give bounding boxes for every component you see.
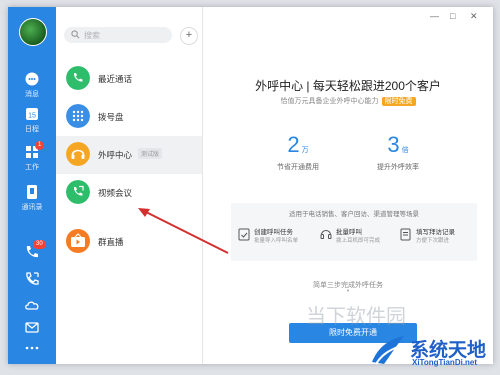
- annotation-arrow: [138, 208, 229, 254]
- rail-label-contacts: 通讯录: [21, 204, 43, 211]
- rail-item-contacts[interactable]: 通讯录: [8, 184, 56, 212]
- phone-callback-icon: [26, 272, 39, 285]
- beta-tag: 测试版: [138, 148, 163, 159]
- stat-efficiency-unit: 倍: [401, 147, 409, 154]
- stat-efficiency-desc: 提升外呼效率: [377, 164, 419, 171]
- dialpad-icon: [66, 104, 90, 128]
- search-placeholder: 搜索: [84, 31, 100, 40]
- rail-item-cloud[interactable]: [8, 297, 56, 313]
- rail-item-more[interactable]: [8, 340, 56, 356]
- rail-item-calendar[interactable]: 15 日程: [8, 106, 56, 134]
- chat-icon: [25, 72, 39, 86]
- nav-item-call-center[interactable]: 外呼中心 测试版: [56, 136, 202, 174]
- stat-efficiency-number: 3: [387, 132, 400, 157]
- nav-label-dialpad: 拨号盘: [98, 112, 124, 122]
- more-dots-icon: [25, 346, 39, 350]
- headset-icon: [66, 142, 90, 166]
- rail-item-work[interactable]: 1 工作: [8, 141, 56, 172]
- calendar-day: 15: [28, 113, 36, 120]
- left-rail: 消息 15 日程 1 工作 通讯录 30: [8, 7, 56, 364]
- rail-label-calendar: 日程: [25, 126, 39, 133]
- nav-label-video-meeting: 视频会议: [98, 188, 133, 198]
- live-stream-icon: [66, 229, 90, 253]
- rail-item-mail[interactable]: [8, 319, 56, 335]
- stat-savings: 2万 节省开通费用: [243, 132, 353, 172]
- avatar[interactable]: [19, 18, 47, 46]
- search-input[interactable]: 搜索: [64, 27, 172, 43]
- nav-label-group-live: 群直播: [98, 237, 124, 247]
- step-2-title: 批量呼叫: [336, 229, 362, 236]
- step-1-desc: 批量导入呼叫名单: [254, 238, 299, 244]
- free-tag: 限时免费: [381, 97, 416, 106]
- nav-item-recent-calls[interactable]: 最近通话: [56, 60, 202, 98]
- page-title: 外呼中心 | 每天轻松跟进200个客户: [255, 79, 441, 93]
- contacts-book-icon: [27, 185, 37, 199]
- edit-note-icon: [400, 228, 411, 241]
- stat-savings-number: 2: [287, 132, 300, 157]
- page-subtitle: 恰值万元具备企业外呼中心能力 限时免费: [203, 96, 493, 106]
- carousel-dot[interactable]: •: [203, 288, 493, 295]
- clipboard-icon: [238, 228, 250, 241]
- step-1-title: 创建呼叫任务: [254, 229, 293, 236]
- rail-label-messages: 消息: [25, 91, 39, 98]
- calls-badge: 30: [33, 240, 46, 249]
- watermark-bg-text: 当下软件园: [306, 306, 406, 328]
- app-window: 消息 15 日程 1 工作 通讯录 30 搜索 + 最近通话 拨号盘 外呼中心 …: [8, 7, 493, 364]
- watermark-logo-icon: [372, 336, 404, 365]
- headset-icon: [320, 230, 332, 239]
- stat-savings-desc: 节省开通费用: [277, 164, 319, 171]
- calendar-icon: 15: [26, 108, 38, 120]
- mail-icon: [25, 322, 39, 333]
- subtitle-text: 恰值万元具备企业外呼中心能力: [280, 98, 379, 105]
- nav-item-dialpad[interactable]: 拨号盘: [56, 98, 202, 136]
- rail-label-work: 工作: [25, 164, 39, 171]
- video-meeting-icon: [66, 180, 90, 204]
- step-3-title: 填写拜访记录: [416, 229, 455, 236]
- add-button[interactable]: +: [180, 27, 198, 45]
- rail-item-calls[interactable]: 30: [8, 240, 56, 260]
- rail-item-callback[interactable]: [8, 271, 56, 287]
- cloud-icon: [25, 301, 39, 310]
- rail-item-messages[interactable]: 消息: [8, 71, 56, 99]
- stat-savings-unit: 万: [301, 147, 309, 154]
- step-2-desc: 拨上耳机即可完成: [336, 238, 381, 244]
- work-badge: 1: [35, 141, 45, 150]
- steps-panel-title: 适用于电话销售、客户回访、渠道管理等场景: [289, 211, 419, 218]
- search-icon: [71, 30, 80, 39]
- steps-panel: 适用于电话销售、客户回访、渠道管理等场景 创建呼叫任务 批量导入呼叫名单 批量呼…: [231, 203, 477, 261]
- step-3-desc: 方便下次跟进: [416, 238, 450, 244]
- nav-label-recent-calls: 最近通话: [98, 74, 133, 84]
- function-list: 搜索 + 最近通话 拨号盘 外呼中心 测试版 视频会议 群直播: [56, 7, 203, 364]
- recent-calls-icon: [66, 66, 90, 90]
- watermark-url: XiTongTianDi.net: [412, 358, 478, 367]
- nav-label-call-center: 外呼中心: [98, 150, 133, 160]
- stat-efficiency: 3倍 提升外呼效率: [343, 132, 453, 172]
